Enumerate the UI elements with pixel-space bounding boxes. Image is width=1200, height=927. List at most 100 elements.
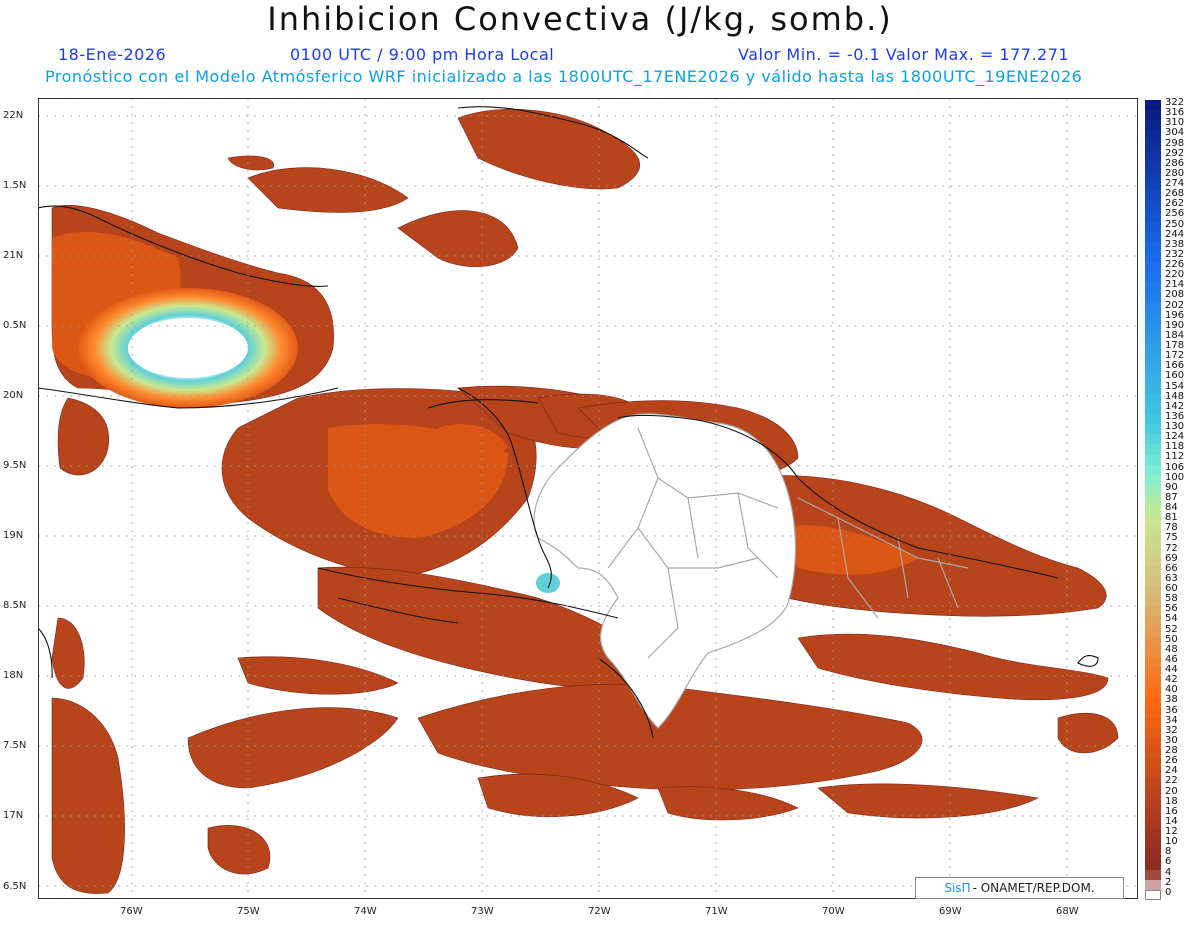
colorbar-swatch [1145, 130, 1161, 141]
colorbar-swatch [1145, 343, 1161, 354]
colorbar-swatch [1145, 150, 1161, 161]
colorbar-swatch [1145, 251, 1161, 262]
colorbar-swatch [1145, 403, 1161, 414]
colorbar-swatch [1145, 889, 1161, 900]
colorbar-swatch [1145, 120, 1161, 131]
colorbar-swatch [1145, 434, 1161, 445]
colorbar-swatch [1145, 758, 1161, 769]
colorbar-swatch [1145, 778, 1161, 789]
colorbar-swatch [1145, 505, 1161, 516]
colorbar-swatch [1145, 241, 1161, 252]
colorbar-swatch [1145, 424, 1161, 435]
colorbar-tick-label: 304 [1165, 127, 1185, 139]
colorbar-swatch [1145, 191, 1161, 202]
colorbar-swatch [1145, 525, 1161, 536]
colorbar-swatch [1145, 363, 1161, 374]
colorbar-swatch [1145, 656, 1161, 667]
colorbar-swatch [1145, 464, 1161, 475]
colorbar-swatch [1145, 322, 1161, 333]
colorbar-swatch [1145, 221, 1161, 232]
colorbar-swatch [1145, 535, 1161, 546]
colorbar-swatch [1145, 170, 1161, 181]
lon-label: 74W [354, 906, 377, 917]
credit-text: - ONAMET/REP.DOM. [972, 881, 1095, 895]
colorbar-swatch [1145, 211, 1161, 222]
lat-label: 6.5N [3, 881, 27, 892]
colorbar-swatch [1145, 798, 1161, 809]
colorbar [1145, 100, 1161, 900]
colorbar-swatch [1145, 788, 1161, 799]
colorbar-swatch [1145, 818, 1161, 829]
colorbar-swatch [1145, 829, 1161, 840]
colorbar-swatch [1145, 748, 1161, 759]
colorbar-swatch [1145, 515, 1161, 526]
colorbar-swatch [1145, 100, 1161, 111]
colorbar-swatch [1145, 160, 1161, 171]
colorbar-swatch [1145, 302, 1161, 313]
colorbar-swatch [1145, 646, 1161, 657]
colorbar-swatch [1145, 707, 1161, 718]
colorbar-swatch [1145, 768, 1161, 779]
colorbar-tick-label: 75 [1165, 532, 1178, 544]
colorbar-swatch [1145, 565, 1161, 576]
colorbar-swatch [1145, 110, 1161, 121]
lat-label: 0.5N [3, 320, 27, 331]
map-title: Inhibicion Convectiva (J/kg, somb.) [267, 0, 893, 38]
colorbar-swatch [1145, 636, 1161, 647]
lat-label: 22N [3, 110, 24, 121]
forecast-map [38, 98, 1138, 899]
colorbar-swatch [1145, 697, 1161, 708]
colorbar-swatch [1145, 879, 1161, 890]
colorbar-tick-label: 256 [1165, 208, 1185, 220]
colorbar-swatch [1145, 312, 1161, 323]
colorbar-swatch [1145, 727, 1161, 738]
colorbar-swatch [1145, 586, 1161, 597]
colorbar-swatch [1145, 555, 1161, 566]
colorbar-swatch [1145, 353, 1161, 364]
colorbar-tick-label: 298 [1165, 137, 1185, 149]
colorbar-tick-label: 38 [1165, 694, 1178, 706]
lon-label: 68W [1056, 906, 1079, 917]
colorbar-tick-label: 0 [1165, 886, 1172, 898]
forecast-label: Pronóstico con el Modelo Atmósferico WRF… [45, 67, 1083, 86]
colorbar-swatch [1145, 272, 1161, 283]
colorbar-swatch [1145, 444, 1161, 455]
colorbar-swatch [1145, 545, 1161, 556]
lat-label: 21N [3, 250, 24, 261]
colorbar-tick-label: 112 [1165, 451, 1185, 463]
colorbar-swatch [1145, 484, 1161, 495]
colorbar-swatch [1145, 667, 1161, 678]
colorbar-tick-label: 22 [1165, 775, 1178, 787]
colorbar-swatch [1145, 596, 1161, 607]
colorbar-swatch [1145, 626, 1161, 637]
colorbar-swatch [1145, 859, 1161, 870]
lat-label: 20N [3, 390, 24, 401]
lat-label: 7.5N [3, 740, 27, 751]
colorbar-swatch [1145, 687, 1161, 698]
colorbar-swatch [1145, 849, 1161, 860]
colorbar-tick-label: 6 [1165, 856, 1172, 868]
colorbar-swatch [1145, 808, 1161, 819]
lat-label: 1.5N [3, 180, 27, 191]
credit-box: SisΠ - ONAMET/REP.DOM. [915, 877, 1124, 899]
colorbar-swatch [1145, 262, 1161, 273]
sisp-logo: SisΠ [944, 881, 971, 895]
lat-label: 9.5N [3, 460, 27, 471]
time-label: 0100 UTC / 9:00 pm Hora Local [290, 45, 555, 64]
colorbar-swatch [1145, 383, 1161, 394]
lat-label: 8.5N [3, 600, 27, 611]
colorbar-swatch [1145, 717, 1161, 728]
colorbar-swatch [1145, 292, 1161, 303]
lon-label: 75W [237, 906, 260, 917]
colorbar-swatch [1145, 393, 1161, 404]
colorbar-swatch [1145, 869, 1161, 880]
lat-label: 19N [3, 530, 24, 541]
date-label: 18-Ene-2026 [58, 45, 167, 64]
lon-label: 71W [705, 906, 728, 917]
colorbar-swatch [1145, 373, 1161, 384]
colorbar-swatch [1145, 201, 1161, 212]
colorbar-swatch [1145, 181, 1161, 192]
lon-label: 72W [588, 906, 611, 917]
lon-label: 76W [120, 906, 143, 917]
colorbar-swatch [1145, 231, 1161, 242]
